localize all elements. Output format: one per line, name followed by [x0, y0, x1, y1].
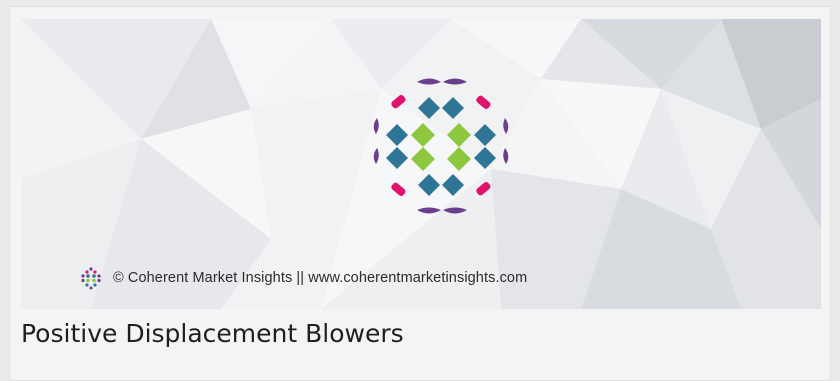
logo-shape — [373, 78, 509, 214]
product-banner-image: © Coherent Market Insights || www.cohere… — [21, 19, 821, 309]
product-title[interactable]: Positive Displacement Blowers — [21, 310, 404, 358]
copyright-credit: © Coherent Market Insights || www.cohere… — [79, 266, 527, 290]
product-card[interactable]: © Coherent Market Insights || www.cohere… — [9, 6, 831, 381]
copyright-text: © Coherent Market Insights || www.cohere… — [113, 270, 528, 286]
brand-mini-logo-icon — [81, 267, 101, 290]
